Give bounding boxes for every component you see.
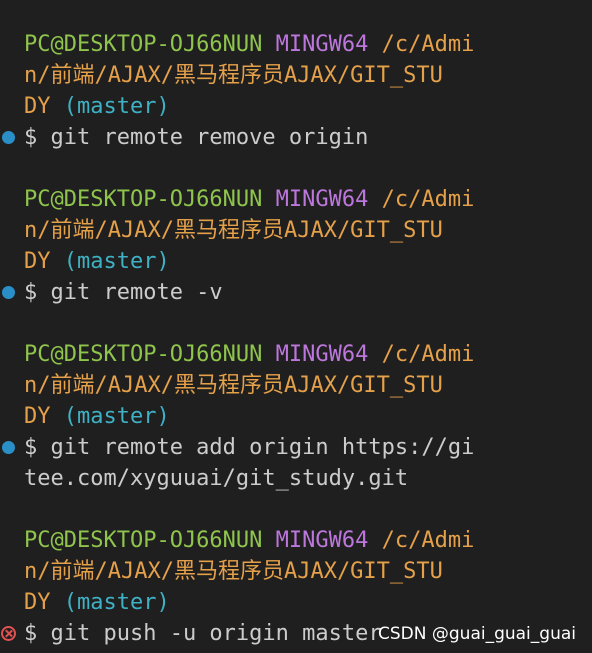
prompt-line: PC@DESKTOP-OJ66NUN MINGW64 /c/Admi [0, 184, 592, 215]
prompt-path-line: n/前端/AJAX/黑马程序员AJAX/GIT_STU [0, 215, 592, 246]
prompt-path-line: DY (master) [0, 587, 592, 618]
circle-filled-icon[interactable] [2, 441, 15, 454]
prompt-path: n/前端/AJAX/黑马程序员AJAX/GIT_STU [24, 373, 443, 398]
prompt-path: /c/Admi [381, 342, 475, 367]
prompt-user: PC@DESKTOP-OJ66NUN [24, 528, 263, 553]
prompt-path: DY [24, 590, 51, 615]
error-circle-x-icon[interactable] [1, 626, 16, 641]
prompt-path: n/前端/AJAX/黑马程序员AJAX/GIT_STU [24, 218, 443, 243]
prompt-path-line: n/前端/AJAX/黑马程序员AJAX/GIT_STU [0, 370, 592, 401]
command-line: $ git remote add origin https://gi [0, 432, 592, 463]
prompt-host: MINGW64 [275, 528, 369, 553]
command-line-wrap: tee.com/xyguuai/git_study.git [0, 463, 592, 494]
command-text: tee.com/xyguuai/git_study.git [24, 466, 409, 491]
prompt-path: DY [24, 94, 51, 119]
prompt-path: /c/Admi [381, 32, 475, 57]
terminal-output[interactable]: PC@DESKTOP-OJ66NUN MINGW64 /c/Admi n/前端/… [0, 29, 592, 649]
prompt-path-line: DY (master) [0, 246, 592, 277]
git-branch: (master) [63, 94, 170, 119]
circle-filled-icon[interactable] [2, 286, 15, 299]
prompt-host: MINGW64 [275, 32, 369, 57]
prompt-host: MINGW64 [275, 187, 369, 212]
command-text: $ git push -u origin master [24, 621, 382, 646]
watermark-text: CSDN @guai_guai_guai [378, 624, 576, 644]
command-text: $ git remote remove origin [24, 125, 369, 150]
prompt-line: PC@DESKTOP-OJ66NUN MINGW64 /c/Admi [0, 525, 592, 556]
prompt-path-line: DY (master) [0, 91, 592, 122]
prompt-path: DY [24, 249, 51, 274]
prompt-user: PC@DESKTOP-OJ66NUN [24, 187, 263, 212]
prompt-host: MINGW64 [275, 342, 369, 367]
command-line: $ git remote remove origin [0, 122, 592, 153]
prompt-path: n/前端/AJAX/黑马程序员AJAX/GIT_STU [24, 559, 443, 584]
prompt-path: /c/Admi [381, 187, 475, 212]
prompt-line: PC@DESKTOP-OJ66NUN MINGW64 /c/Admi [0, 29, 592, 60]
prompt-path: n/前端/AJAX/黑马程序员AJAX/GIT_STU [24, 63, 443, 88]
prompt-line: PC@DESKTOP-OJ66NUN MINGW64 /c/Admi [0, 339, 592, 370]
prompt-user: PC@DESKTOP-OJ66NUN [24, 342, 263, 367]
prompt-path-line: n/前端/AJAX/黑马程序员AJAX/GIT_STU [0, 556, 592, 587]
prompt-path: /c/Admi [381, 528, 475, 553]
git-branch: (master) [63, 404, 170, 429]
command-text: $ git remote add origin https://gi [24, 435, 475, 460]
git-branch: (master) [63, 249, 170, 274]
circle-filled-icon[interactable] [2, 131, 15, 144]
prompt-path-line: DY (master) [0, 401, 592, 432]
prompt-path: DY [24, 404, 51, 429]
prompt-user: PC@DESKTOP-OJ66NUN [24, 32, 263, 57]
command-text: $ git remote -v [24, 280, 223, 305]
prompt-path-line: n/前端/AJAX/黑马程序员AJAX/GIT_STU [0, 60, 592, 91]
command-line: $ git remote -v [0, 277, 592, 308]
git-branch: (master) [63, 590, 170, 615]
